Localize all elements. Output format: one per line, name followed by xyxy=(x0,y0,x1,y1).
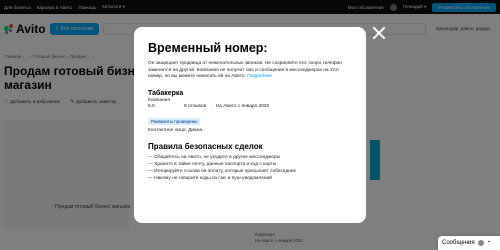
modal-title: Временный номер: xyxy=(148,41,268,55)
seller-since: На Авито с января 2020 xyxy=(215,103,270,109)
modal-description: Он защищает продавца от нежелательных зв… xyxy=(148,61,354,81)
seller-rating-row: 5.0 8 отзывов · На Авито с января 2020 xyxy=(148,104,354,110)
modal-description-text: Он защищает продавца от нежелательных зв… xyxy=(148,61,342,79)
list-item: — Никому не говорите коды из смс и пуш-у… xyxy=(148,176,272,182)
list-item: — Общайтесь на Авито, не уходите в други… xyxy=(148,154,281,160)
separator-dot: · xyxy=(210,103,212,109)
seller-card: Табакерка Компания 5.0 8 отзывов · На Ав… xyxy=(148,89,354,135)
verified-badge: Реквизиты проверены xyxy=(148,118,201,126)
messages-avatar-icon xyxy=(477,240,484,246)
temporary-number-modal: Временный номер: Он защищает продавца от… xyxy=(134,27,366,223)
close-icon[interactable] xyxy=(371,25,387,41)
seller-rating: 5.0 xyxy=(148,103,155,109)
list-item: — Игнорируйте ссылки на оплату, которые … xyxy=(148,169,296,175)
safety-rules-list: — Общайтесь на Авито, не уходите в други… xyxy=(148,154,354,183)
list-item: — Храните в тайне почту, данные паспорта… xyxy=(148,161,277,167)
contact-person: Контактное лицо: Диана xyxy=(148,128,203,134)
messages-label: Сообщения xyxy=(442,240,475,246)
seller-name[interactable]: Табакерка xyxy=(148,89,354,98)
safety-rules-title: Правила безопасных сделок xyxy=(148,141,263,151)
chevron-up-icon: ⌃ xyxy=(486,240,492,247)
learn-more-link[interactable]: Подробнее xyxy=(247,74,272,79)
messages-widget[interactable]: Сообщения ⌃ xyxy=(438,236,500,250)
seller-reviews-link[interactable]: 8 отзывов xyxy=(184,104,206,110)
